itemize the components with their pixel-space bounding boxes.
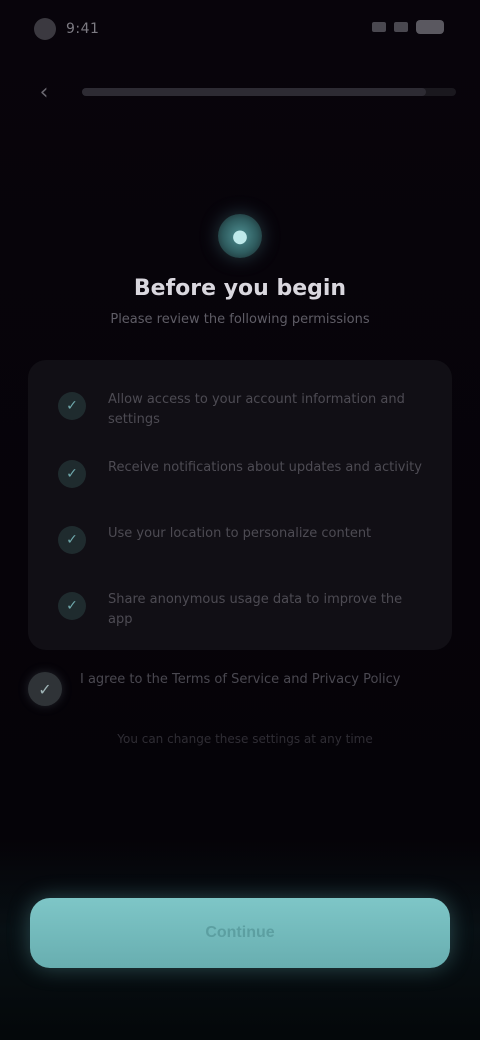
camera-cutout [34,18,56,40]
permission-text: Allow access to your account information… [108,392,405,427]
shield-icon: ● [218,214,262,258]
check-circle-icon: ✓ [58,460,86,488]
status-icons [372,20,444,34]
permission-item: ✓ Share anonymous usage data to improve … [52,582,432,642]
status-bar: 9:41 [0,0,480,56]
wifi-icon [394,22,408,32]
permission-item: ✓ Receive notifications about updates an… [52,450,432,510]
permission-text: Receive notifications about updates and … [108,460,422,475]
page-subtitle: Please review the following permissions [110,312,370,327]
legal-note: You can change these settings at any tim… [117,732,373,746]
battery-icon [416,20,444,34]
permissions-screen: 9:41 ‹ ● Before you begin Please review … [0,0,480,1040]
consent-row[interactable]: ✓ I agree to the Terms of Service and Pr… [24,664,454,720]
top-bar: ‹ [0,70,480,114]
consent-checkbox[interactable]: ✓ [28,672,62,706]
status-time: 9:41 [66,21,100,37]
permissions-card: ✓ Allow access to your account informati… [28,360,452,650]
continue-button[interactable]: Continue [30,898,450,968]
back-arrow-icon[interactable]: ‹ [32,80,56,105]
consent-text: I agree to the Terms of Service and Priv… [80,672,401,687]
page-title: Before you begin [133,276,347,301]
check-circle-icon: ✓ [58,526,86,554]
onboarding-progress [82,88,456,96]
permission-text: Use your location to personalize content [108,526,372,541]
check-circle-icon: ✓ [58,392,86,420]
check-circle-icon: ✓ [58,592,86,620]
signal-icon [372,22,386,32]
permission-item: ✓ Use your location to personalize conte… [52,516,432,576]
permission-item: ✓ Allow access to your account informati… [52,382,432,442]
permission-text: Share anonymous usage data to improve th… [108,592,403,627]
status-left: 9:41 [34,18,99,40]
progress-fill [82,88,427,96]
